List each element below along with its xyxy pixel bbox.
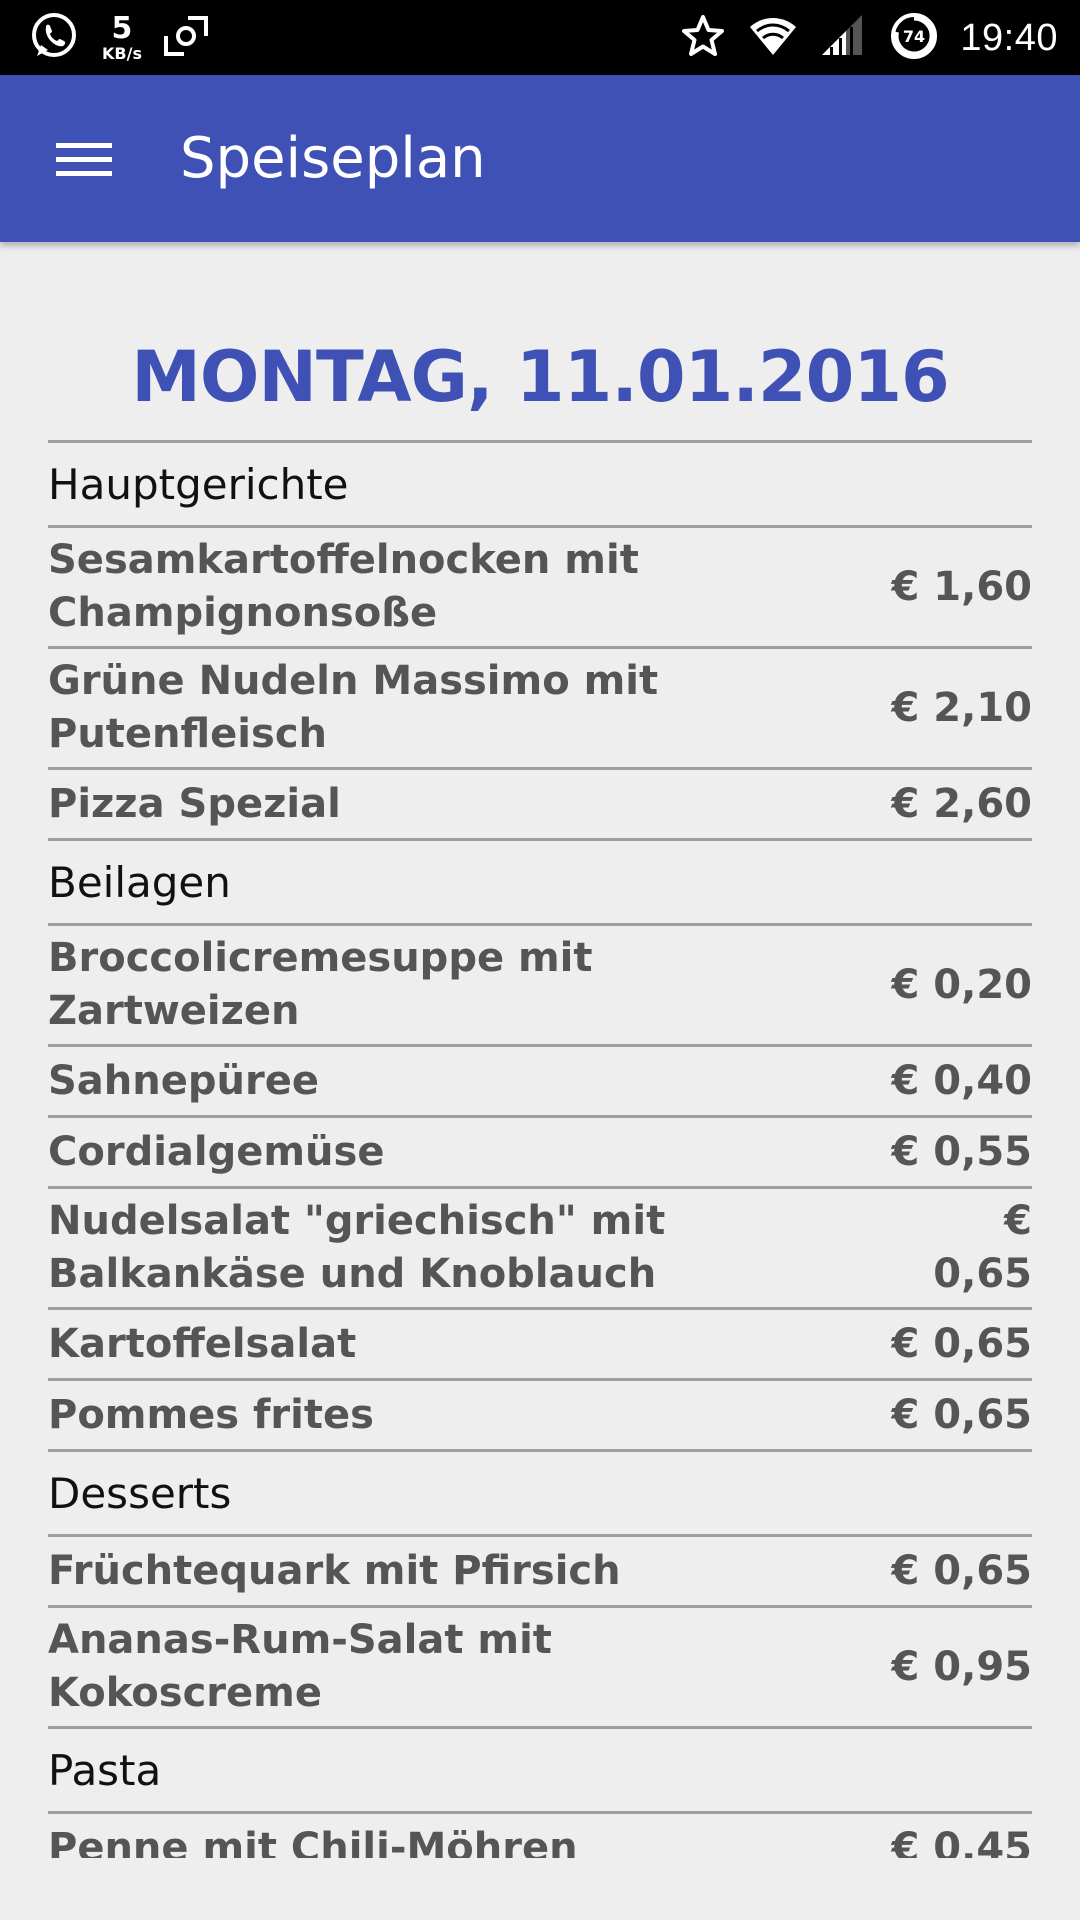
menu-item[interactable]: Sesamkartoffelnocken mit Champignonsoße … — [48, 528, 1032, 649]
app-title: Speiseplan — [180, 126, 486, 191]
battery-level: 74 — [903, 27, 925, 46]
menu-item[interactable]: Sahnepüree € 0,40 — [48, 1047, 1032, 1118]
menu-item-name: Sesamkartoffelnocken mit Champignonsoße — [48, 537, 639, 636]
network-speed-unit: KB/s — [102, 44, 142, 63]
menu-item-price: € 0,65 — [891, 1391, 1032, 1438]
category-header: Desserts — [48, 1452, 1032, 1537]
day-title: MONTAG, 11.01.2016 — [131, 336, 950, 418]
menu-item-name: Broccolicremesuppe mit Zartweizen — [48, 935, 593, 1034]
menu-item[interactable]: Broccolicremesuppe mit Zartweizen € 0,20 — [48, 926, 1032, 1047]
menu-item-price: € 0,45 — [891, 1824, 1032, 1859]
menu-item[interactable]: Grüne Nudeln Massimo mit Putenfleisch € … — [48, 649, 1032, 770]
menu-item-price: € 1,60 — [891, 563, 1032, 610]
hamburger-menu-icon[interactable] — [40, 125, 128, 193]
whatsapp-icon — [28, 10, 80, 66]
star-icon — [680, 13, 726, 63]
app-bar: Speiseplan — [0, 75, 1080, 242]
menu-item-price: € 0,40 — [891, 1057, 1032, 1104]
category-header: Beilagen — [48, 841, 1032, 926]
status-time: 19:40 — [960, 16, 1058, 59]
menu-item[interactable]: Kartoffelsalat € 0,65 — [48, 1310, 1032, 1381]
menu-item[interactable]: Cordialgemüse € 0,55 — [48, 1118, 1032, 1189]
menu-item-name: Cordialgemüse — [48, 1128, 385, 1175]
menu-item-price: € 2,60 — [891, 780, 1032, 827]
menu-item-name: Sahnepüree — [48, 1057, 319, 1104]
menu-item-price: € 2,10 — [891, 684, 1032, 731]
screen-rotate-icon — [160, 10, 212, 66]
category-header: Hauptgerichte — [48, 443, 1032, 528]
menu-item-name: Pommes frites — [48, 1391, 374, 1438]
network-speed: 5 KB/s — [102, 14, 142, 62]
menu-item-name: Grüne Nudeln Massimo mit Putenfleisch — [48, 658, 659, 757]
menu-item-price: € 0,20 — [891, 961, 1032, 1008]
menu-item[interactable]: Penne mit Chili-Möhren € 0,45 — [48, 1814, 1032, 1859]
menu-item[interactable]: Pizza Spezial € 2,60 — [48, 770, 1032, 841]
menu-item-price: € 0,55 — [891, 1128, 1032, 1175]
menu-item-name: Penne mit Chili-Möhren — [48, 1824, 578, 1859]
menu-item-price: € 0,95 — [891, 1643, 1032, 1690]
menu-item[interactable]: Früchtequark mit Pfirsich € 0,65 — [48, 1537, 1032, 1608]
signal-icon — [820, 13, 868, 63]
menu-table: Hauptgerichte Sesamkartoffelnocken mit C… — [48, 440, 1032, 1858]
menu-item-price: € 0,65 — [891, 1320, 1032, 1367]
battery-icon: 74 — [890, 12, 938, 64]
menu-item-price: € 0,65 — [933, 1198, 1032, 1297]
menu-item-name: Nudelsalat "griechisch" mit Balkankäse u… — [48, 1198, 666, 1297]
network-speed-value: 5 — [111, 11, 133, 46]
menu-item-name: Pizza Spezial — [48, 780, 341, 827]
menu-item-price: € 0,65 — [891, 1547, 1032, 1594]
menu-item[interactable]: Nudelsalat "griechisch" mit Balkankäse u… — [48, 1189, 1032, 1310]
menu-item[interactable]: Ananas-Rum-Salat mit Kokoscreme € 0,95 — [48, 1608, 1032, 1729]
menu-item-name: Ananas-Rum-Salat mit Kokoscreme — [48, 1617, 552, 1716]
menu-item-name: Kartoffelsalat — [48, 1320, 357, 1367]
menu-item-name: Früchtequark mit Pfirsich — [48, 1547, 621, 1594]
menu-content[interactable]: MONTAG, 11.01.2016 Hauptgerichte Sesamka… — [48, 242, 1032, 1858]
category-header: Pasta — [48, 1729, 1032, 1814]
status-bar: 5 KB/s 74 19:40 — [0, 0, 1080, 75]
menu-item[interactable]: Pommes frites € 0,65 — [48, 1381, 1032, 1452]
wifi-icon — [748, 13, 798, 63]
